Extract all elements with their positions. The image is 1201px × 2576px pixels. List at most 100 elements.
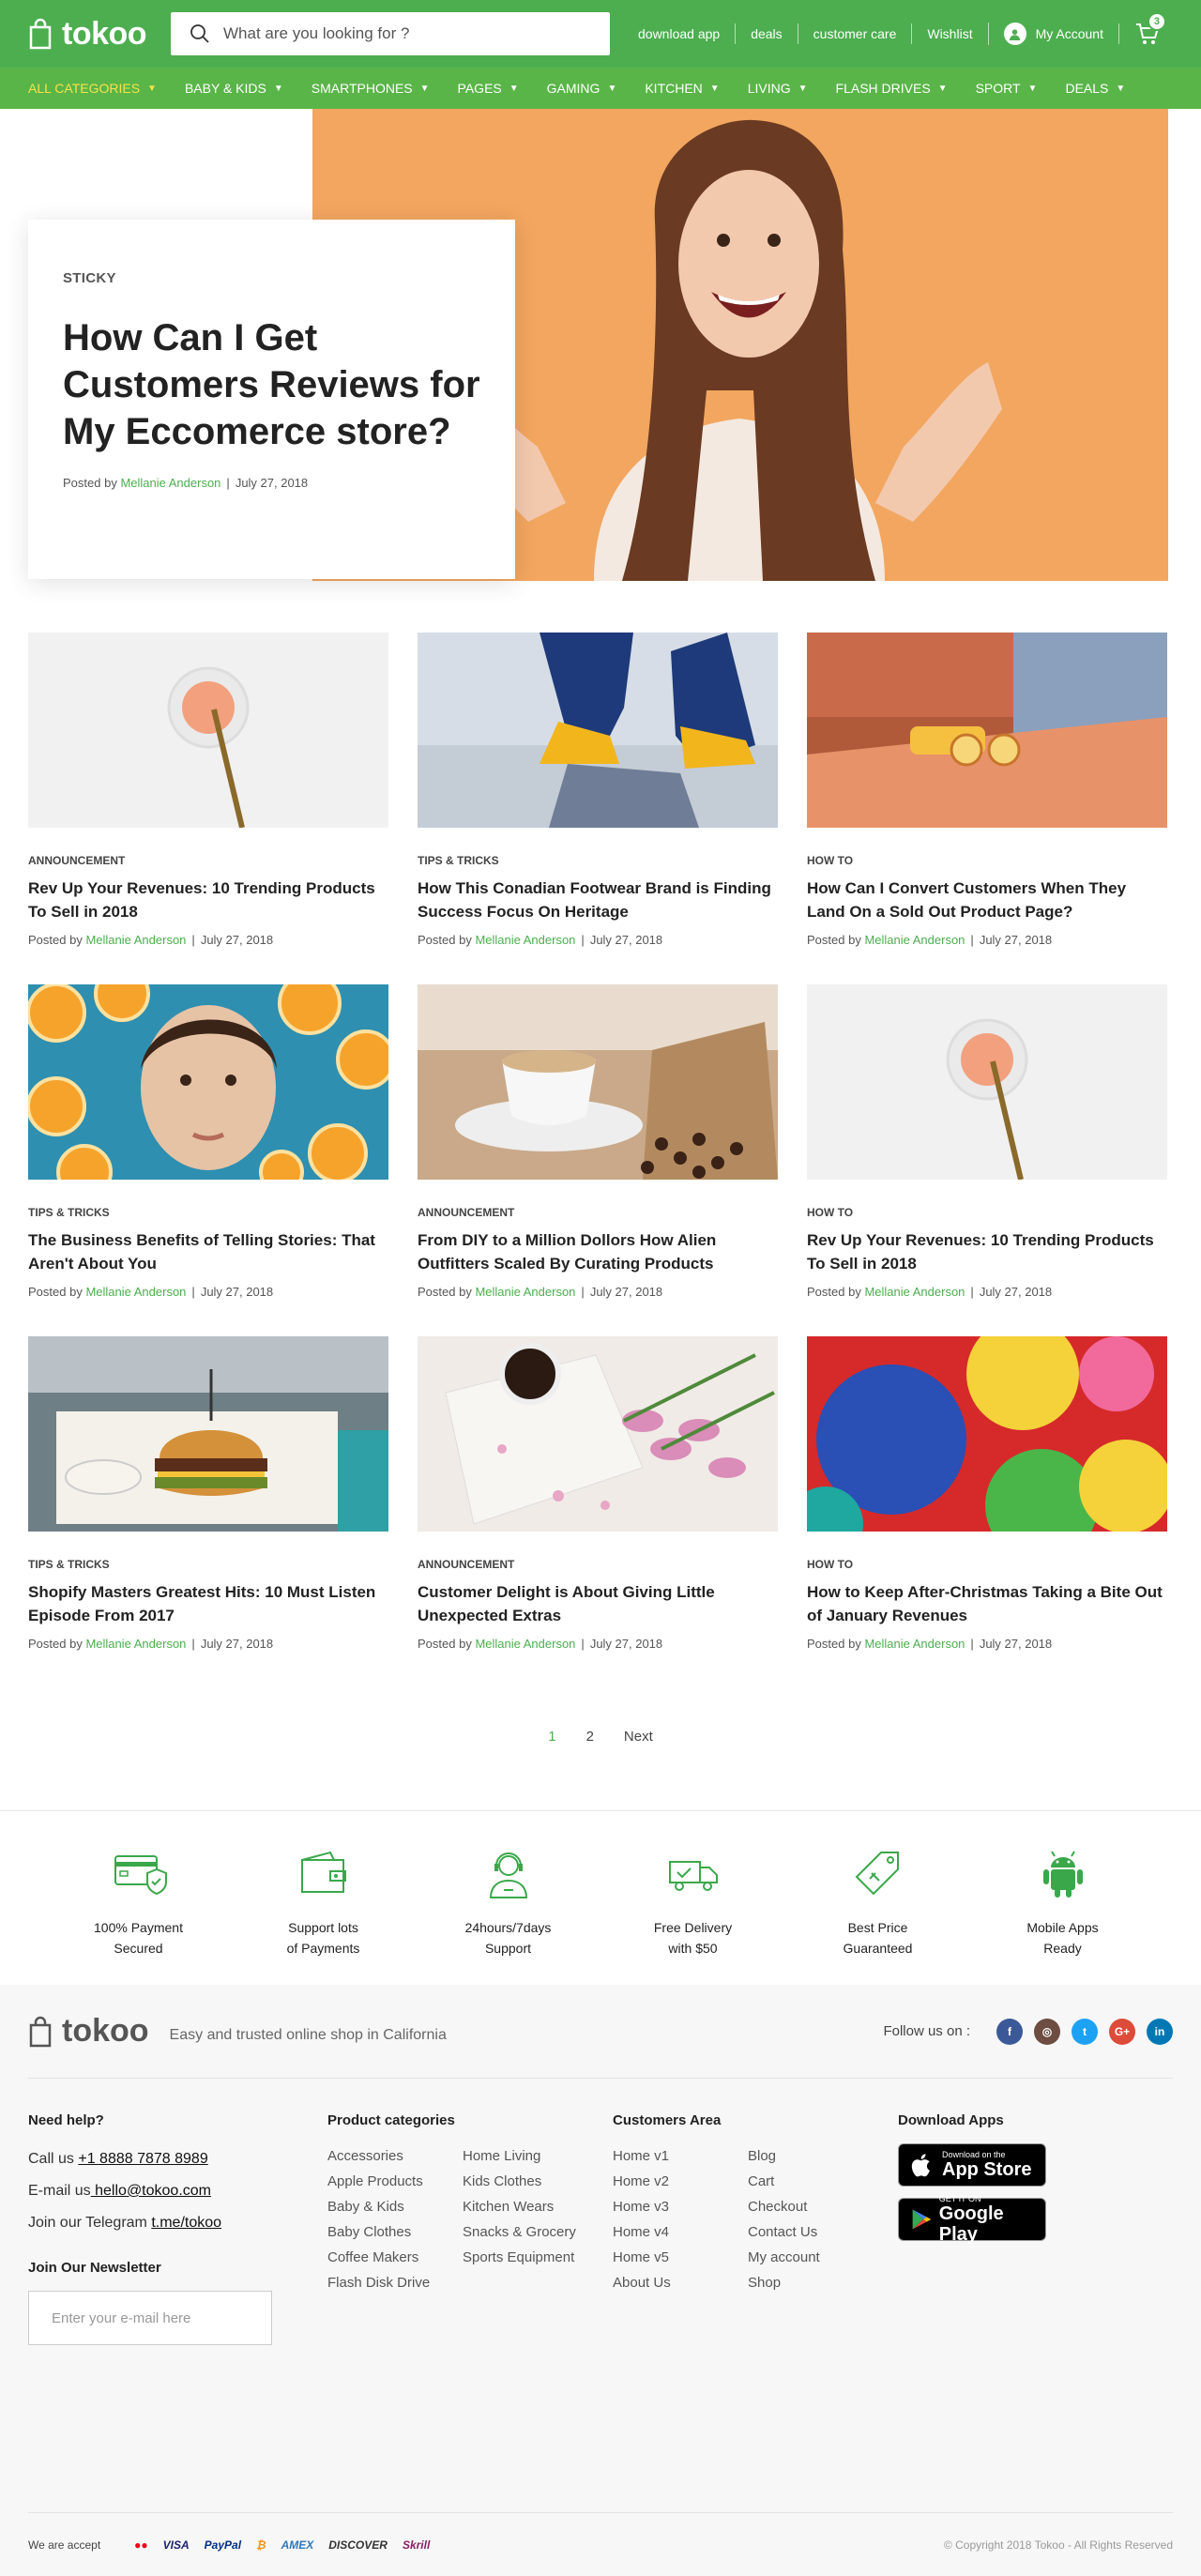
post-thumbnail[interactable]	[28, 984, 388, 1180]
post-thumbnail[interactable]	[28, 633, 388, 828]
site-logo[interactable]: tokoo	[28, 16, 171, 53]
post-thumbnail[interactable]	[418, 633, 778, 828]
page-2-link[interactable]: 2	[571, 1729, 609, 1745]
footer-link[interactable]: Home v3	[613, 2194, 748, 2219]
post-title[interactable]: Rev Up Your Revenues: 10 Trending Produc…	[807, 1228, 1167, 1275]
nav-pages[interactable]: PAGES ▼	[458, 81, 519, 96]
nav-flash-drives[interactable]: FLASH DRIVES ▼	[836, 81, 948, 96]
author-link[interactable]: Mellanie Anderson	[120, 476, 220, 490]
footer-link[interactable]: Baby Clothes	[327, 2219, 463, 2245]
post-title[interactable]: How Can I Convert Customers When They La…	[807, 876, 1167, 923]
facebook-icon[interactable]: f	[996, 2018, 1023, 2045]
nav-kitchen[interactable]: KITCHEN ▼	[645, 81, 719, 96]
author-link[interactable]: Mellanie Anderson	[475, 933, 575, 947]
telegram-link[interactable]: t.me/tokoo	[151, 2215, 221, 2231]
footer-link[interactable]: Snacks & Grocery	[463, 2219, 598, 2245]
post-thumbnail[interactable]	[807, 984, 1167, 1180]
author-link[interactable]: Mellanie Anderson	[85, 1285, 186, 1299]
author-link[interactable]: Mellanie Anderson	[864, 933, 965, 947]
download-app-link[interactable]: download app	[632, 23, 735, 44]
post-title[interactable]: The Business Benefits of Telling Stories…	[28, 1228, 388, 1275]
meta-separator: |	[191, 933, 195, 947]
author-link[interactable]: Mellanie Anderson	[475, 1637, 575, 1651]
nav-baby-kids[interactable]: BABY & KIDS ▼	[185, 81, 283, 96]
footer-link[interactable]: Kitchen Wears	[463, 2194, 598, 2219]
author-link[interactable]: Mellanie Anderson	[85, 933, 186, 947]
post-category[interactable]: TIPS & TRICKS	[28, 1206, 388, 1219]
author-link[interactable]: Mellanie Anderson	[864, 1637, 965, 1651]
search-icon[interactable]	[190, 23, 210, 44]
post-thumbnail[interactable]	[28, 1336, 388, 1532]
nav-sport[interactable]: SPORT ▼	[976, 81, 1038, 96]
footer-logo[interactable]: tokoo	[28, 2013, 149, 2050]
post-title[interactable]: From DIY to a Million Dollors How Alien …	[418, 1228, 778, 1275]
footer-link[interactable]: Cart	[748, 2169, 883, 2194]
footer-link[interactable]: Home v5	[613, 2245, 748, 2270]
linkedin-icon[interactable]: in	[1147, 2018, 1173, 2045]
nav-deals[interactable]: DEALS ▼	[1065, 81, 1125, 96]
footer-link[interactable]: Home v4	[613, 2219, 748, 2245]
instagram-icon[interactable]: ◎	[1034, 2018, 1060, 2045]
email-link[interactable]: hello@tokoo.com	[91, 2183, 211, 2199]
footer-link[interactable]: Accessories	[327, 2143, 463, 2169]
post-thumbnail[interactable]	[807, 1336, 1167, 1532]
nav-smartphones[interactable]: SMARTPHONES ▼	[312, 81, 430, 96]
post-thumbnail[interactable]	[418, 984, 778, 1180]
post-thumbnail[interactable]	[418, 1336, 778, 1532]
customer-care-link[interactable]: customer care	[797, 23, 912, 44]
app-store-button[interactable]: Download on the App Store	[898, 2143, 1046, 2187]
post-category[interactable]: ANNOUNCEMENT	[418, 1558, 778, 1571]
footer-link[interactable]: Sports Equipment	[463, 2245, 598, 2270]
author-link[interactable]: Mellanie Anderson	[475, 1285, 575, 1299]
footer-link[interactable]: Apple Products	[327, 2169, 463, 2194]
footer-link[interactable]: Home v2	[613, 2169, 748, 2194]
footer-link[interactable]: Flash Disk Drive	[327, 2270, 463, 2295]
page-1-link[interactable]: 1	[533, 1729, 570, 1745]
nav-gaming[interactable]: GAMING ▼	[547, 81, 617, 96]
post-category[interactable]: ANNOUNCEMENT	[418, 1206, 778, 1219]
hero-title[interactable]: How Can I Get Customers Reviews for My E…	[63, 314, 480, 455]
feature-free-delivery: Free Delivery with $50	[611, 1845, 775, 1985]
post-category[interactable]: ANNOUNCEMENT	[28, 854, 388, 867]
newsletter-email-input[interactable]	[28, 2291, 272, 2345]
post-title[interactable]: Customer Delight is About Giving Little …	[418, 1580, 778, 1627]
deals-link[interactable]: deals	[735, 23, 797, 44]
footer-link[interactable]: Contact Us	[748, 2219, 883, 2245]
next-page-link[interactable]: Next	[609, 1729, 668, 1745]
nav-all-categories[interactable]: ALL CATEGORIES ▼	[28, 81, 157, 96]
post-title[interactable]: Rev Up Your Revenues: 10 Trending Produc…	[28, 876, 388, 923]
post-category[interactable]: HOW TO	[807, 854, 1167, 867]
post-title[interactable]: How This Conadian Footwear Brand is Find…	[418, 876, 778, 923]
google-play-button[interactable]: GET IT ON Google Play	[898, 2194, 1046, 2245]
footer-link[interactable]: About Us	[613, 2270, 748, 2295]
post-category[interactable]: TIPS & TRICKS	[28, 1558, 388, 1571]
google-play-icon	[912, 2209, 931, 2230]
footer-link[interactable]: Blog	[748, 2143, 883, 2169]
footer-link[interactable]: Shop	[748, 2270, 883, 2295]
wishlist-link[interactable]: Wishlist	[911, 23, 987, 44]
top-bar: tokoo download app deals customer care W…	[0, 0, 1201, 68]
google-plus-icon[interactable]: G+	[1109, 2018, 1135, 2045]
post-thumbnail[interactable]	[807, 633, 1167, 828]
footer-link[interactable]: Kids Clothes	[463, 2169, 598, 2194]
cart-button[interactable]: 3	[1117, 12, 1166, 44]
search-box	[171, 12, 610, 55]
footer-link[interactable]: Checkout	[748, 2194, 883, 2219]
footer-link[interactable]: Coffee Makers	[327, 2245, 463, 2270]
footer-link[interactable]: Home v1	[613, 2143, 748, 2169]
post-category[interactable]: HOW TO	[807, 1558, 1167, 1571]
author-link[interactable]: Mellanie Anderson	[85, 1637, 186, 1651]
my-account-link[interactable]: My Account	[987, 23, 1118, 45]
post-title[interactable]: Shopify Masters Greatest Hits: 10 Must L…	[28, 1580, 388, 1627]
footer-link[interactable]: Home Living	[463, 2143, 598, 2169]
phone-link[interactable]: +1 8888 7878 8989	[78, 2151, 207, 2167]
author-link[interactable]: Mellanie Anderson	[864, 1285, 965, 1299]
post-category[interactable]: TIPS & TRICKS	[418, 854, 778, 867]
post-title[interactable]: How to Keep After-Christmas Taking a Bit…	[807, 1580, 1167, 1627]
nav-living[interactable]: LIVING ▼	[748, 81, 808, 96]
footer-link[interactable]: My account	[748, 2245, 883, 2270]
footer-link[interactable]: Baby & Kids	[327, 2194, 463, 2219]
twitter-icon[interactable]: t	[1072, 2018, 1098, 2045]
search-input[interactable]	[223, 24, 591, 43]
post-category[interactable]: HOW TO	[807, 1206, 1167, 1219]
